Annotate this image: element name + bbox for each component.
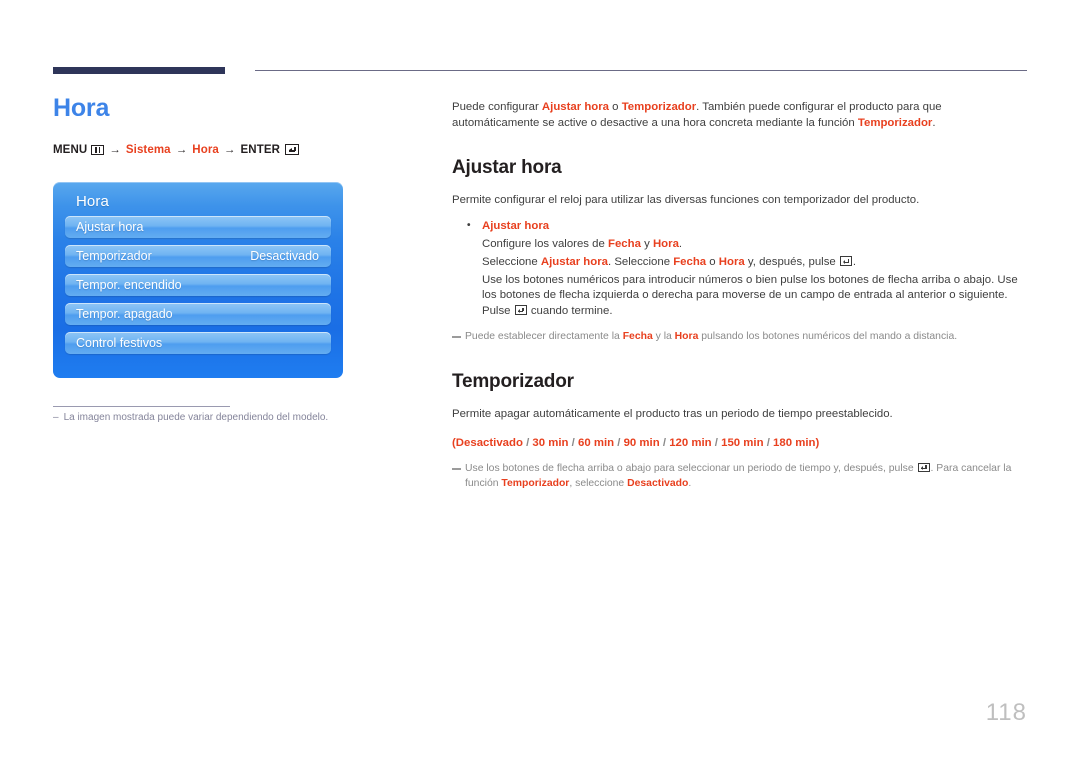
- page-number: 118: [985, 699, 1027, 726]
- intro-part-2: o: [609, 101, 622, 113]
- osd-item-label: Tempor. encendido: [76, 277, 182, 292]
- option-1: 30 min: [532, 436, 569, 449]
- menu-bars-icon: [91, 144, 105, 155]
- osd-item-label: Temporizador: [76, 248, 152, 263]
- osd-item-value: Desactivado: [250, 248, 319, 263]
- temporizador-description: Permite apagar automáticamente el produc…: [452, 407, 893, 420]
- ajustar-hora-description: Permite configurar el reloj para utiliza…: [452, 194, 920, 207]
- osd-item-tempor-apagado[interactable]: Tempor. apagado: [65, 303, 331, 325]
- osd-item-label: Control festivos: [76, 335, 163, 350]
- line2-e: .: [852, 255, 857, 268]
- enter-key-icon: [917, 462, 930, 473]
- line1-c: .: [678, 238, 683, 251]
- enter-key-icon: [839, 256, 852, 266]
- term-hora: Hora: [652, 238, 679, 251]
- option-sep-5: /: [763, 436, 774, 449]
- option-0: Desactivado: [455, 436, 523, 449]
- line1-a: Configure los valores de: [482, 238, 608, 251]
- note-c: pulsando los botones numéricos del mando…: [698, 331, 958, 343]
- osd-item-control-festivos[interactable]: Control festivos: [65, 332, 331, 354]
- tnote-term-temporizador: Temporizador: [501, 477, 570, 489]
- option-4: 120 min: [669, 436, 712, 449]
- ajustar-hora-note: Puede establecer directamente la Fecha y…: [452, 330, 1027, 345]
- intro-term-temporizador-2: Temporizador: [857, 116, 933, 129]
- document-page: Hora MENU → Sistema → Hora → ENTER Hora …: [0, 0, 1080, 763]
- intro-term-temporizador: Temporizador: [621, 101, 697, 113]
- footnote-text: La imagen mostrada puede variar dependie…: [63, 412, 329, 423]
- note-a: Puede establecer directamente la: [465, 331, 623, 343]
- note-term-hora: Hora: [674, 331, 699, 343]
- menu-path-menu-label: MENU: [53, 143, 88, 156]
- osd-item-ajustar-hora[interactable]: Ajustar hora: [65, 216, 331, 238]
- menu-path-breadcrumb: MENU → Sistema → Hora → ENTER: [53, 144, 423, 156]
- option-sep-1: /: [568, 436, 578, 449]
- header-rule-thick: [53, 67, 225, 74]
- ajustar-hora-line-1: Configure los valores de Fecha y Hora.: [482, 237, 1027, 253]
- osd-item-label: Ajustar hora: [76, 219, 144, 234]
- ajustar-hora-bullet-block: Ajustar hora Configure los valores de Fe…: [452, 218, 1027, 320]
- intro-part-4: .: [932, 116, 936, 129]
- ajustar-hora-line-3: Use los botones numéricos para introduci…: [482, 273, 1027, 320]
- option-sep-3: /: [659, 436, 670, 449]
- menu-path-item-hora: Hora: [192, 143, 219, 156]
- note-b: y la: [652, 331, 675, 343]
- line1-b: y: [640, 238, 653, 251]
- line2-d: y, después, pulse: [744, 255, 839, 268]
- enter-key-icon: [285, 144, 299, 155]
- term-fecha-2: Fecha: [673, 255, 707, 268]
- osd-item-label: Tempor. apagado: [76, 306, 173, 321]
- line2-c: o: [706, 255, 719, 268]
- intro-paragraph: Puede configurar Ajustar hora o Temporiz…: [452, 100, 1027, 131]
- tnote-d: .: [688, 477, 692, 489]
- option-sep-0: /: [522, 436, 533, 449]
- line3-b: cuando termine.: [527, 304, 613, 317]
- temporizador-options-list: (Desactivado / 30 min / 60 min / 90 min …: [452, 436, 1027, 452]
- section-heading-temporizador: Temporizador: [452, 370, 574, 392]
- bullet-title-ajustar-hora: Ajustar hora: [464, 218, 1027, 235]
- header-rule-thin: [255, 70, 1027, 71]
- breadcrumb-arrow-3: →: [223, 143, 236, 156]
- osd-title: Hora: [76, 193, 109, 210]
- osd-item-tempor-encendido[interactable]: Tempor. encendido: [65, 274, 331, 296]
- right-column: Puede configurar Ajustar hora o Temporiz…: [452, 100, 1027, 491]
- footnote-rule: [53, 406, 230, 407]
- menu-path-item-sistema: Sistema: [125, 143, 171, 156]
- note-term-fecha: Fecha: [622, 331, 653, 343]
- section-heading-ajustar-hora: Ajustar hora: [452, 157, 562, 179]
- option-6: 180 min: [773, 436, 816, 449]
- term-hora-2: Hora: [718, 255, 745, 268]
- bullet-body: Configure los valores de Fecha y Hora. S…: [464, 237, 1027, 319]
- breadcrumb-arrow-1: →: [109, 143, 121, 156]
- enter-key-icon: [514, 305, 527, 315]
- option-5: 150 min: [721, 436, 764, 449]
- tnote-c: , seleccione: [569, 477, 628, 489]
- line2-a: Seleccione: [482, 255, 541, 268]
- tnote-a: Use los botones de flecha arriba o abajo…: [465, 463, 917, 475]
- tnote-term-desactivado: Desactivado: [627, 477, 689, 489]
- left-column: Hora MENU → Sistema → Hora → ENTER: [53, 94, 423, 156]
- intro-part-1: Puede configurar: [452, 101, 542, 113]
- intro-term-ajustar-hora: Ajustar hora: [541, 101, 610, 113]
- menu-path-enter-label: ENTER: [240, 143, 280, 156]
- option-sep-4: /: [711, 436, 722, 449]
- footnote-dash: –: [53, 412, 59, 423]
- option-3: 90 min: [623, 436, 660, 449]
- term-fecha: Fecha: [608, 238, 641, 251]
- osd-item-temporizador[interactable]: Temporizador Desactivado: [65, 245, 331, 267]
- osd-panel: Hora Ajustar hora Temporizador Desactiva…: [53, 182, 343, 378]
- left-footnote: – La imagen mostrada puede variar dependi…: [53, 412, 328, 423]
- line2-b: . Seleccione: [607, 255, 674, 268]
- options-close-paren: ): [815, 436, 820, 449]
- page-title: Hora: [53, 94, 110, 122]
- option-sep-2: /: [614, 436, 624, 449]
- temporizador-note: Use los botones de flecha arriba o abajo…: [452, 462, 1027, 491]
- term-ajustar-hora: Ajustar hora: [540, 255, 608, 268]
- breadcrumb-arrow-2: →: [175, 143, 188, 156]
- option-2: 60 min: [578, 436, 615, 449]
- ajustar-hora-line-2: Seleccione Ajustar hora. Seleccione Fech…: [482, 255, 1027, 271]
